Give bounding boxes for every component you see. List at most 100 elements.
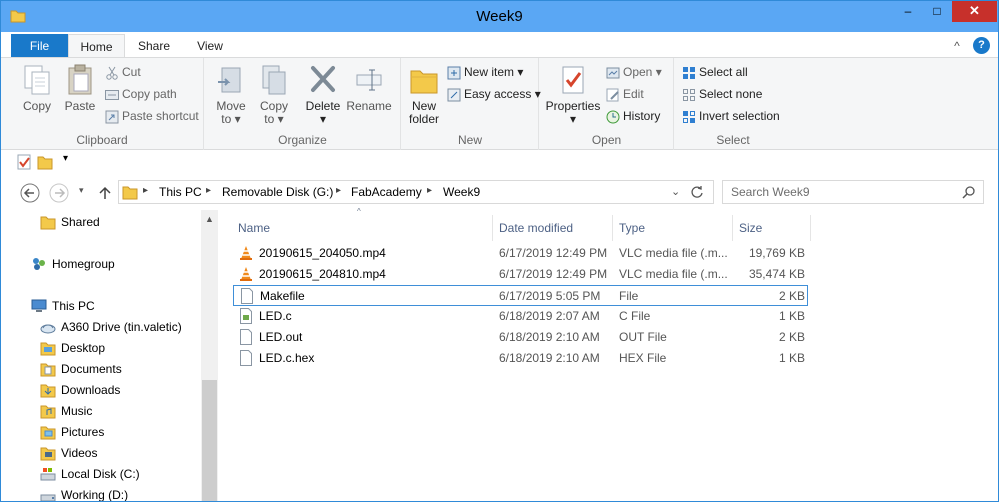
rename-label: Rename bbox=[346, 99, 392, 113]
dropdown-arrow-icon: ▾ bbox=[517, 65, 524, 79]
easy-access-label: Easy access bbox=[464, 87, 532, 101]
new-item-icon bbox=[447, 66, 461, 80]
file-date: 6/17/2019 5:05 PM bbox=[499, 289, 601, 303]
file-row[interactable]: 20190615_204050.mp4 6/17/2019 12:49 PM V… bbox=[233, 243, 808, 264]
invert-selection-button[interactable]: Invert selection bbox=[682, 106, 780, 126]
file-row[interactable]: LED.out 6/18/2019 2:10 AM OUT File 2 KB bbox=[233, 327, 808, 348]
tab-file[interactable]: File bbox=[11, 34, 68, 58]
new-folder-label: New bbox=[411, 99, 436, 113]
properties-button[interactable]: Properties ▾ bbox=[544, 64, 602, 126]
column-header-size[interactable]: Size bbox=[733, 215, 811, 241]
file-name: LED.c bbox=[259, 309, 292, 323]
search-box[interactable]: Search Week9 bbox=[722, 180, 984, 204]
column-header-type[interactable]: Type bbox=[613, 215, 733, 241]
new-folder-label-2: folder bbox=[408, 112, 440, 126]
ribbon-collapse-button[interactable]: ^ bbox=[949, 34, 965, 58]
tab-view[interactable]: View bbox=[185, 34, 235, 58]
address-dropdown-icon[interactable]: ⌄ bbox=[671, 185, 680, 198]
copy-path-button[interactable]: Copy path bbox=[105, 84, 177, 104]
file-size: 2 KB bbox=[778, 330, 805, 344]
clipboard-group: Copy Paste Cut Copy path Paste shortcut … bbox=[1, 58, 204, 150]
move-to-button[interactable]: Move to ▾ bbox=[211, 64, 251, 126]
new-item-button[interactable]: New item ▾ bbox=[447, 62, 523, 82]
c-file-icon bbox=[240, 308, 252, 324]
folder-icon bbox=[122, 186, 138, 200]
folder-icon bbox=[40, 426, 56, 440]
breadcrumb-separator-icon[interactable]: ▸ bbox=[143, 185, 148, 196]
file-name: Makefile bbox=[260, 289, 305, 303]
history-icon bbox=[606, 110, 620, 124]
rename-button[interactable]: Rename bbox=[346, 64, 392, 113]
paste-shortcut-button[interactable]: Paste shortcut bbox=[105, 106, 199, 126]
copy-to-label: Copy bbox=[259, 99, 288, 113]
refresh-icon[interactable] bbox=[690, 185, 704, 199]
file-row[interactable]: 20190615_204810.mp4 6/17/2019 12:49 PM V… bbox=[233, 264, 808, 285]
customize-toolbar-icon[interactable]: ▾ bbox=[63, 153, 68, 164]
copy-button[interactable]: Copy bbox=[17, 64, 57, 113]
recent-locations-icon[interactable]: ▾ bbox=[79, 185, 84, 196]
nav-item-label: A360 Drive (tin.valetic) bbox=[61, 320, 182, 334]
file-type: HEX File bbox=[619, 351, 667, 365]
file-row[interactable]: LED.c.hex 6/18/2019 2:10 AM HEX File 1 K… bbox=[233, 348, 808, 369]
breadcrumb-separator-icon[interactable]: ▸ bbox=[427, 185, 432, 196]
new-folder-button[interactable]: New folder bbox=[404, 64, 444, 126]
new-folder-quick-icon[interactable] bbox=[37, 154, 53, 170]
select-none-button[interactable]: Select none bbox=[682, 84, 762, 104]
cut-button[interactable]: Cut bbox=[105, 62, 141, 82]
file-date: 6/17/2019 12:49 PM bbox=[499, 246, 608, 260]
open-button[interactable]: Open ▾ bbox=[606, 62, 662, 82]
file-row[interactable]: LED.c 6/18/2019 2:07 AM C File 1 KB bbox=[233, 306, 808, 327]
breadcrumb-separator-icon[interactable]: ▸ bbox=[336, 185, 341, 196]
nav-item-label: Documents bbox=[61, 362, 122, 376]
address-bar[interactable]: ▸ This PC ▸ Removable Disk (G:) ▸ FabAca… bbox=[118, 180, 714, 204]
close-button[interactable]: ✕ bbox=[952, 1, 997, 22]
invert-selection-icon bbox=[683, 110, 695, 123]
file-date: 6/18/2019 2:10 AM bbox=[499, 351, 600, 365]
history-button[interactable]: History bbox=[606, 106, 660, 126]
file-icon bbox=[241, 288, 253, 304]
dropdown-arrow-icon: ▾ bbox=[319, 112, 327, 126]
quick-access-toolbar: ▾ bbox=[1, 150, 998, 176]
maximize-button[interactable]: □ bbox=[924, 1, 950, 22]
nav-item-label: Homegroup bbox=[52, 257, 115, 271]
breadcrumb-separator-icon[interactable]: ▸ bbox=[206, 185, 211, 196]
edit-icon bbox=[606, 88, 619, 102]
properties-label: Properties bbox=[545, 99, 601, 113]
breadcrumb-week9[interactable]: Week9 bbox=[443, 185, 480, 199]
file-date: 6/17/2019 12:49 PM bbox=[499, 267, 608, 281]
column-header-name[interactable]: Name bbox=[233, 215, 493, 241]
breadcrumb-fabacademy[interactable]: FabAcademy bbox=[351, 185, 422, 199]
homegroup-icon bbox=[33, 258, 45, 270]
history-label: History bbox=[623, 109, 661, 123]
dropdown-arrow-icon: ▾ bbox=[234, 112, 241, 126]
search-input[interactable]: Search Week9 bbox=[731, 185, 810, 199]
up-arrow-icon[interactable] bbox=[98, 185, 112, 201]
back-icon[interactable] bbox=[20, 183, 40, 203]
navigation-bar: ▾ ▸ This PC ▸ Removable Disk (G:) ▸ FabA… bbox=[1, 176, 998, 210]
vlc-icon bbox=[240, 246, 252, 260]
file-row-selected[interactable]: Makefile 6/17/2019 5:05 PM File 2 KB bbox=[233, 285, 808, 306]
breadcrumb-this-pc[interactable]: This PC bbox=[159, 185, 202, 199]
properties-quick-icon[interactable] bbox=[17, 154, 31, 170]
tab-share[interactable]: Share bbox=[129, 34, 179, 58]
select-all-icon bbox=[683, 66, 695, 79]
paste-button[interactable]: Paste bbox=[60, 64, 100, 113]
folder-icon bbox=[40, 447, 56, 461]
forward-icon[interactable] bbox=[49, 183, 69, 203]
help-button[interactable]: ? bbox=[973, 37, 990, 54]
scroll-up-icon[interactable]: ▲ bbox=[205, 214, 214, 224]
breadcrumb-removable-disk[interactable]: Removable Disk (G:) bbox=[222, 185, 333, 199]
title-bar[interactable]: Week9 – □ ✕ bbox=[1, 1, 998, 32]
select-all-button[interactable]: Select all bbox=[682, 62, 748, 82]
delete-button[interactable]: Delete ▾ bbox=[303, 64, 343, 126]
search-icon[interactable] bbox=[962, 185, 976, 199]
edit-label: Edit bbox=[623, 87, 644, 101]
minimize-button[interactable]: – bbox=[894, 1, 922, 22]
copy-to-button[interactable]: Copy to ▾ bbox=[254, 64, 294, 126]
easy-access-button[interactable]: Easy access ▾ bbox=[447, 84, 541, 104]
new-item-label: New item bbox=[464, 65, 515, 79]
column-header-date-modified[interactable]: Date modified bbox=[493, 215, 613, 241]
tab-home[interactable]: Home bbox=[68, 34, 125, 58]
edit-button[interactable]: Edit bbox=[606, 84, 644, 104]
nav-scrollbar-thumb[interactable] bbox=[202, 380, 217, 501]
